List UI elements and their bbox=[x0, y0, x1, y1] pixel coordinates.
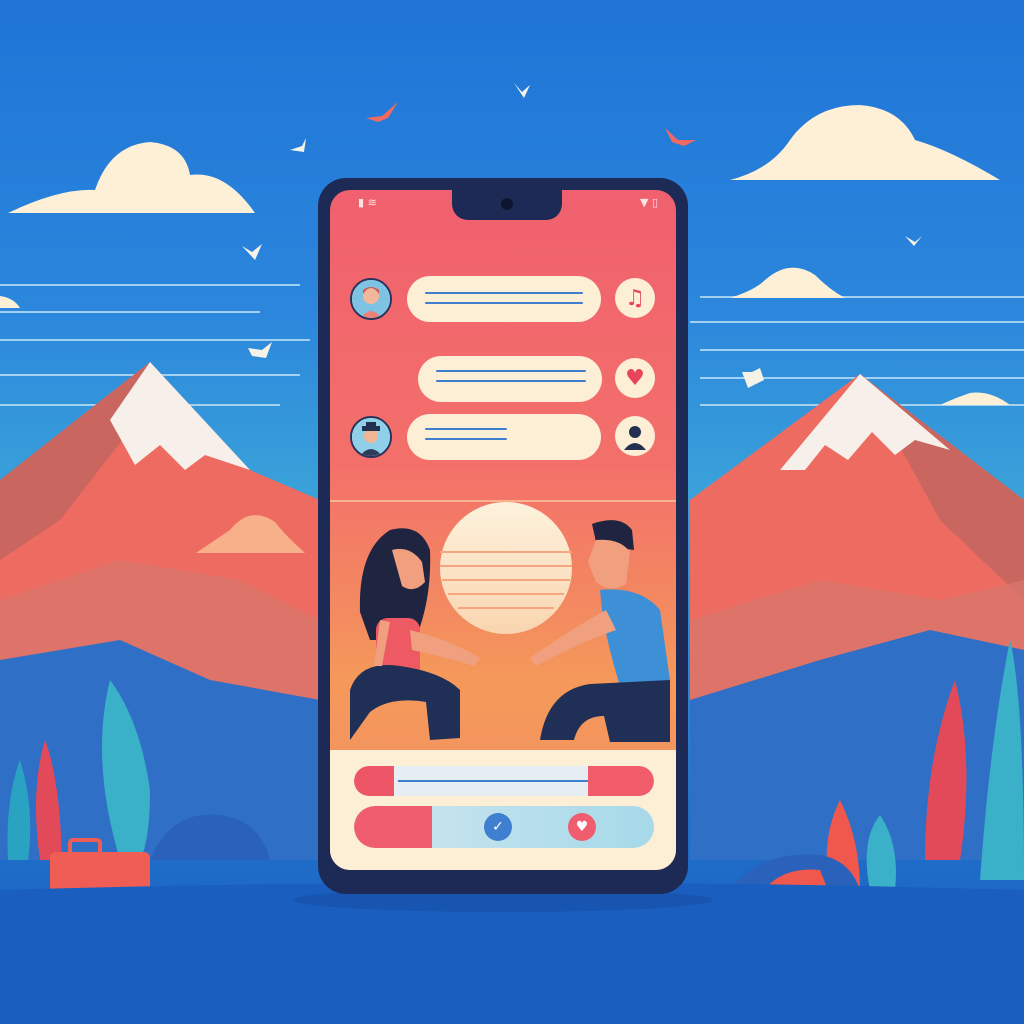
signal-icon: ▮ bbox=[358, 196, 365, 209]
person-icon[interactable] bbox=[615, 416, 655, 456]
music-note-icon[interactable]: ♫ bbox=[615, 278, 655, 318]
message-bubble[interactable] bbox=[407, 414, 601, 460]
playback-track[interactable] bbox=[398, 780, 588, 782]
front-camera bbox=[501, 198, 513, 210]
heart-icon: ♥ bbox=[575, 819, 589, 835]
birds bbox=[366, 102, 696, 146]
previous-button[interactable] bbox=[366, 813, 394, 841]
player-controls: ✓ ♥ bbox=[354, 806, 654, 848]
playback-time bbox=[588, 766, 654, 796]
chat-message[interactable]: ♫ bbox=[330, 274, 676, 328]
avatar[interactable] bbox=[350, 416, 392, 458]
smartphone: ▮ ≋ ▼ ▯ ♫ ♥ ✓ ♥ bbox=[318, 178, 688, 894]
sun bbox=[440, 502, 572, 634]
message-bubble[interactable] bbox=[407, 276, 601, 322]
playback-progress-bar[interactable] bbox=[354, 766, 654, 796]
avatar-woman-icon bbox=[352, 280, 390, 318]
pause-button[interactable] bbox=[398, 813, 426, 841]
status-bar-right: ▼ ▯ bbox=[639, 196, 658, 209]
status-bar-left: ▮ ≋ bbox=[358, 196, 377, 209]
phone-screen: ▮ ≋ ▼ ▯ ♫ ♥ ✓ ♥ bbox=[330, 190, 676, 870]
avatar-man-hat-icon bbox=[352, 418, 390, 456]
avatar[interactable] bbox=[350, 278, 392, 320]
media-player-panel: ✓ ♥ bbox=[330, 750, 676, 870]
check-button[interactable]: ✓ bbox=[484, 813, 512, 841]
chat-message[interactable]: ♥ bbox=[330, 354, 676, 408]
chat-message[interactable] bbox=[330, 412, 676, 466]
wifi-icon: ≋ bbox=[367, 196, 377, 209]
check-icon: ✓ bbox=[492, 819, 504, 835]
couple-sunset-illustration bbox=[350, 502, 670, 742]
phone-notch bbox=[452, 190, 562, 220]
heart-button[interactable]: ♥ bbox=[568, 813, 596, 841]
heart-icon[interactable]: ♥ bbox=[615, 358, 655, 398]
message-bubble[interactable] bbox=[418, 356, 602, 402]
playback-knob[interactable] bbox=[354, 766, 394, 796]
